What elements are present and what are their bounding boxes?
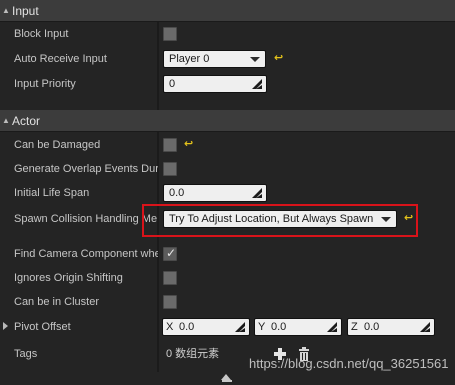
dropdown-value: Player 0 xyxy=(169,53,210,65)
property-label: Block Input xyxy=(14,28,69,40)
property-label: Input Priority xyxy=(14,78,76,90)
property-row-pivot-offset: Pivot Offset X 0.0 Y 0.0 Z 0.0 xyxy=(0,315,455,339)
chevron-down-icon xyxy=(250,57,260,62)
generate-overlap-checkbox[interactable] xyxy=(163,162,177,176)
reset-arrow-icon[interactable]: ↩ xyxy=(184,138,194,150)
section-title-input: Input xyxy=(12,3,39,18)
property-row-auto-receive-input: Auto Receive Input Player 0 ↩ xyxy=(0,47,455,71)
tags-count: 0 数组元素 xyxy=(166,348,220,360)
field-value: 0.0 xyxy=(169,187,185,199)
axis-label-z: Z xyxy=(351,321,358,333)
pivot-offset-z-field[interactable]: Z 0.0 xyxy=(347,318,435,336)
auto-receive-input-dropdown[interactable]: Player 0 xyxy=(163,50,266,68)
property-label: Can be Damaged xyxy=(14,139,101,151)
block-input-checkbox[interactable] xyxy=(163,27,177,41)
property-label: Spawn Collision Handling Me xyxy=(14,213,158,225)
property-label: Pivot Offset xyxy=(14,321,71,333)
axis-label-x: X xyxy=(166,321,174,333)
collapse-icon[interactable]: ▲ xyxy=(2,116,12,125)
property-row-block-input: Block Input xyxy=(0,22,455,46)
drag-grip-icon[interactable] xyxy=(252,79,262,89)
field-value: 0.0 xyxy=(364,321,380,333)
property-label: Ignores Origin Shifting xyxy=(14,272,123,284)
scroll-bar-line xyxy=(222,380,232,382)
property-label: Generate Overlap Events Dur xyxy=(14,163,158,175)
can-be-damaged-checkbox[interactable] xyxy=(163,138,177,152)
drag-grip-icon[interactable] xyxy=(420,322,430,332)
property-row-ignores-origin: Ignores Origin Shifting xyxy=(0,266,455,290)
property-label: Auto Receive Input xyxy=(14,53,107,65)
field-value: 0.0 xyxy=(179,321,195,333)
property-row-find-camera: Find Camera Component whe ✓ xyxy=(0,242,455,266)
property-label: Can be in Cluster xyxy=(14,296,99,308)
property-row-can-be-damaged: Can be Damaged ↩ xyxy=(0,133,455,157)
property-label: Find Camera Component whe xyxy=(14,248,158,260)
drag-grip-icon[interactable] xyxy=(327,322,337,332)
expand-icon[interactable] xyxy=(3,322,8,330)
property-row-can-be-in-cluster: Can be in Cluster xyxy=(0,290,455,314)
input-priority-field[interactable]: 0 xyxy=(163,75,267,93)
ignores-origin-checkbox[interactable] xyxy=(163,271,177,285)
pivot-offset-y-field[interactable]: Y 0.0 xyxy=(254,318,342,336)
drag-grip-icon[interactable] xyxy=(235,322,245,332)
initial-life-span-field[interactable]: 0.0 xyxy=(163,184,267,202)
checkmark-icon: ✓ xyxy=(165,246,177,260)
property-label: Tags xyxy=(14,348,38,360)
property-row-input-priority: Input Priority 0 xyxy=(0,72,455,96)
field-value: 0.0 xyxy=(271,321,287,333)
field-value: 0 xyxy=(169,78,176,90)
property-label: Initial Life Span xyxy=(14,187,90,199)
drag-grip-icon[interactable] xyxy=(252,188,262,198)
find-camera-checkbox[interactable]: ✓ xyxy=(163,246,177,261)
reset-arrow-icon[interactable]: ↩ xyxy=(274,52,284,64)
property-row-generate-overlap: Generate Overlap Events Dur xyxy=(0,157,455,181)
details-panel: ▲ Input Block Input Auto Receive Input P… xyxy=(0,0,455,385)
can-be-in-cluster-checkbox[interactable] xyxy=(163,295,177,309)
collapse-icon[interactable]: ▲ xyxy=(2,6,12,15)
axis-label-y: Y xyxy=(258,321,266,333)
watermark-text: https://blog.csdn.net/qq_36251561 xyxy=(249,356,449,371)
section-title-actor: Actor xyxy=(12,113,41,128)
section-header-input[interactable]: ▲ Input xyxy=(0,0,455,22)
section-header-actor[interactable]: ▲ Actor xyxy=(0,110,455,132)
pivot-offset-x-field[interactable]: X 0.0 xyxy=(162,318,250,336)
property-row-initial-life-span: Initial Life Span 0.0 xyxy=(0,181,455,205)
highlight-box xyxy=(142,204,418,237)
